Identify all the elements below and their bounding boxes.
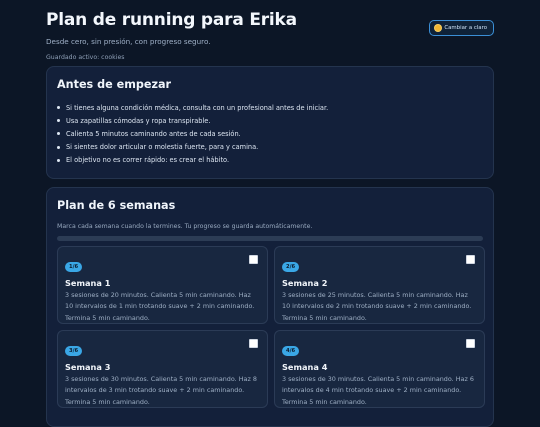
week-title: Semana 2 (282, 278, 328, 288)
week-description: 3 sesiones de 30 minutos. Calienta 5 min… (282, 375, 474, 406)
header: Plan de running para Erika Desde cero, s… (46, 0, 494, 66)
intro-item: El objetivo no es correr rápido: es crea… (57, 154, 483, 167)
week-title: Semana 3 (65, 362, 111, 372)
theme-toggle-button[interactable]: Cambiar a claro (429, 20, 494, 36)
week-title: Semana 1 (65, 278, 111, 288)
intro-item: Usa zapatillas cómodas y ropa transpirab… (57, 114, 483, 127)
bullet-icon (57, 158, 60, 162)
save-status: Guardado activo: cookies (46, 54, 125, 61)
intro-item: Si tienes alguna condición médica, consu… (57, 101, 483, 114)
week-card: 2/6 Semana 2 3 sesiones de 25 minutos. C… (274, 246, 485, 324)
week-card: 4/6 Semana 4 3 sesiones de 30 minutos. C… (274, 330, 485, 408)
week-description: 3 sesiones de 20 minutos. Calienta 5 min… (65, 291, 255, 322)
page-subtitle: Desde cero, sin presión, con progreso se… (46, 37, 211, 46)
week-checkbox[interactable] (249, 255, 258, 264)
intro-item-text: Calienta 5 minutos caminando antes de ca… (66, 129, 241, 138)
week-card: 1/6 Semana 1 3 sesiones de 20 minutos. C… (57, 246, 268, 324)
week-badge: 4/6 (282, 346, 300, 356)
week-badge: 3/6 (65, 346, 83, 356)
week-badge: 1/6 (65, 262, 83, 272)
bullet-icon (57, 106, 60, 110)
sun-icon (435, 25, 442, 31)
weeks-grid: 1/6 Semana 1 3 sesiones de 20 minutos. C… (57, 246, 485, 408)
week-badge: 2/6 (282, 262, 300, 272)
intro-item-text: Si sientes dolor articular o molestia fu… (66, 143, 259, 152)
plan-card: Plan de 6 semanas Marca cada semana cuan… (46, 187, 494, 427)
week-checkbox[interactable] (466, 339, 475, 348)
theme-toggle-label: Cambiar a claro (444, 25, 487, 31)
week-description: 3 sesiones de 30 minutos. Calienta 5 min… (65, 375, 257, 406)
progress-bar (57, 236, 483, 241)
intro-item-text: El objetivo no es correr rápido: es crea… (66, 156, 230, 165)
bullet-icon (57, 119, 60, 123)
intro-item: Calienta 5 minutos caminando antes de ca… (57, 127, 483, 140)
intro-list: Si tienes alguna condición médica, consu… (57, 101, 483, 167)
page-title: Plan de running para Erika (46, 10, 297, 30)
bullet-icon (57, 132, 60, 136)
intro-item-text: Usa zapatillas cómodas y ropa transpirab… (66, 116, 211, 125)
plan-title: Plan de 6 semanas (57, 199, 176, 212)
week-title: Semana 4 (282, 362, 328, 372)
week-checkbox[interactable] (249, 339, 258, 348)
intro-card: Antes de empezar Si tienes alguna condic… (46, 66, 494, 179)
week-checkbox[interactable] (466, 255, 475, 264)
intro-item: Si sientes dolor articular o molestia fu… (57, 141, 483, 154)
intro-title: Antes de empezar (57, 78, 172, 91)
week-card: 3/6 Semana 3 3 sesiones de 30 minutos. C… (57, 330, 268, 408)
week-description: 3 sesiones de 25 minutos. Calienta 5 min… (282, 291, 472, 322)
bullet-icon (57, 145, 60, 149)
intro-item-text: Si tienes alguna condición médica, consu… (66, 103, 329, 112)
plan-subtitle: Marca cada semana cuando la termines. Tu… (57, 223, 313, 230)
